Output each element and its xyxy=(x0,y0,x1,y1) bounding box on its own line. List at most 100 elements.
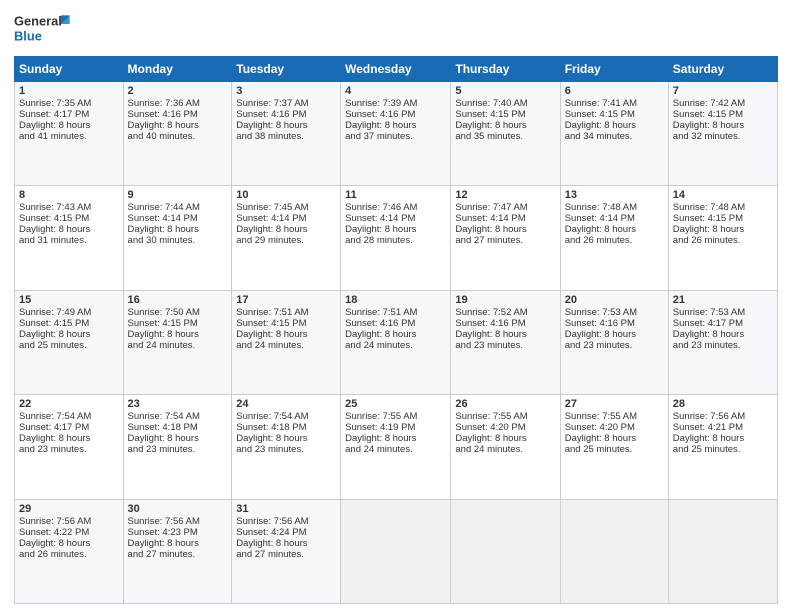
calendar-day-cell: 20Sunrise: 7:53 AMSunset: 4:16 PMDayligh… xyxy=(560,290,668,394)
day-info-line: Daylight: 8 hours xyxy=(19,433,119,444)
day-number: 21 xyxy=(673,294,773,306)
day-info-line: and 24 minutes. xyxy=(345,340,446,351)
day-number: 5 xyxy=(455,85,555,97)
day-info-line: Sunset: 4:24 PM xyxy=(236,527,336,538)
day-number: 28 xyxy=(673,398,773,410)
day-info-line: and 29 minutes. xyxy=(236,235,336,246)
day-info-line: Sunrise: 7:40 AM xyxy=(455,98,555,109)
day-info-line: Daylight: 8 hours xyxy=(673,433,773,444)
day-info-line: Daylight: 8 hours xyxy=(236,433,336,444)
day-number: 18 xyxy=(345,294,446,306)
weekday-header-cell: Thursday xyxy=(451,57,560,82)
calendar-day-cell: 23Sunrise: 7:54 AMSunset: 4:18 PMDayligh… xyxy=(123,395,232,499)
day-info-line: Sunset: 4:20 PM xyxy=(565,422,664,433)
day-info-line: Daylight: 8 hours xyxy=(345,224,446,235)
calendar-day-cell: 18Sunrise: 7:51 AMSunset: 4:16 PMDayligh… xyxy=(341,290,451,394)
day-info-line: Sunrise: 7:42 AM xyxy=(673,98,773,109)
day-info-line: and 24 minutes. xyxy=(128,340,228,351)
calendar-day-cell: 14Sunrise: 7:48 AMSunset: 4:15 PMDayligh… xyxy=(668,186,777,290)
day-info-line: Sunset: 4:15 PM xyxy=(673,213,773,224)
day-info-line: Sunrise: 7:56 AM xyxy=(128,516,228,527)
calendar-day-cell: 29Sunrise: 7:56 AMSunset: 4:22 PMDayligh… xyxy=(15,499,124,603)
calendar-day-cell: 2Sunrise: 7:36 AMSunset: 4:16 PMDaylight… xyxy=(123,82,232,186)
day-info-line: and 32 minutes. xyxy=(673,131,773,142)
day-info-line: and 23 minutes. xyxy=(565,340,664,351)
day-number: 8 xyxy=(19,189,119,201)
calendar-week-row: 22Sunrise: 7:54 AMSunset: 4:17 PMDayligh… xyxy=(15,395,778,499)
day-info-line: Sunset: 4:19 PM xyxy=(345,422,446,433)
day-info-line: Daylight: 8 hours xyxy=(19,329,119,340)
day-number: 23 xyxy=(128,398,228,410)
day-info-line: Daylight: 8 hours xyxy=(128,433,228,444)
calendar-day-cell: 31Sunrise: 7:56 AMSunset: 4:24 PMDayligh… xyxy=(232,499,341,603)
calendar-day-cell: 3Sunrise: 7:37 AMSunset: 4:16 PMDaylight… xyxy=(232,82,341,186)
day-number: 30 xyxy=(128,503,228,515)
day-number: 2 xyxy=(128,85,228,97)
weekday-header-cell: Monday xyxy=(123,57,232,82)
day-info-line: Sunset: 4:16 PM xyxy=(345,109,446,120)
calendar-day-cell: 17Sunrise: 7:51 AMSunset: 4:15 PMDayligh… xyxy=(232,290,341,394)
svg-text:Blue: Blue xyxy=(14,28,42,43)
calendar-page: General Blue SundayMondayTuesdayWednesda… xyxy=(0,0,792,612)
day-info-line: Sunset: 4:14 PM xyxy=(455,213,555,224)
calendar-day-cell: 6Sunrise: 7:41 AMSunset: 4:15 PMDaylight… xyxy=(560,82,668,186)
calendar-day-cell xyxy=(668,499,777,603)
day-info-line: Sunrise: 7:44 AM xyxy=(128,202,228,213)
day-info-line: Sunset: 4:14 PM xyxy=(345,213,446,224)
day-info-line: Sunrise: 7:48 AM xyxy=(673,202,773,213)
day-info-line: Sunrise: 7:46 AM xyxy=(345,202,446,213)
weekday-header-row: SundayMondayTuesdayWednesdayThursdayFrid… xyxy=(15,57,778,82)
weekday-header-cell: Saturday xyxy=(668,57,777,82)
calendar-day-cell: 13Sunrise: 7:48 AMSunset: 4:14 PMDayligh… xyxy=(560,186,668,290)
calendar-day-cell xyxy=(451,499,560,603)
calendar-day-cell: 12Sunrise: 7:47 AMSunset: 4:14 PMDayligh… xyxy=(451,186,560,290)
day-info-line: Sunset: 4:16 PM xyxy=(345,318,446,329)
day-info-line: and 31 minutes. xyxy=(19,235,119,246)
day-info-line: Daylight: 8 hours xyxy=(455,329,555,340)
day-info-line: Sunset: 4:22 PM xyxy=(19,527,119,538)
day-info-line: Sunrise: 7:54 AM xyxy=(128,411,228,422)
calendar-week-row: 15Sunrise: 7:49 AMSunset: 4:15 PMDayligh… xyxy=(15,290,778,394)
day-info-line: Daylight: 8 hours xyxy=(455,120,555,131)
day-info-line: Sunrise: 7:55 AM xyxy=(455,411,555,422)
day-info-line: and 24 minutes. xyxy=(455,444,555,455)
day-info-line: Daylight: 8 hours xyxy=(345,329,446,340)
day-info-line: Daylight: 8 hours xyxy=(128,538,228,549)
day-info-line: and 26 minutes. xyxy=(565,235,664,246)
calendar-body: 1Sunrise: 7:35 AMSunset: 4:17 PMDaylight… xyxy=(15,82,778,604)
day-info-line: Daylight: 8 hours xyxy=(565,433,664,444)
day-info-line: Sunset: 4:17 PM xyxy=(673,318,773,329)
day-info-line: and 23 minutes. xyxy=(455,340,555,351)
day-number: 11 xyxy=(345,189,446,201)
day-info-line: Sunrise: 7:55 AM xyxy=(565,411,664,422)
day-number: 20 xyxy=(565,294,664,306)
day-info-line: and 30 minutes. xyxy=(128,235,228,246)
day-info-line: Sunrise: 7:54 AM xyxy=(236,411,336,422)
day-info-line: and 25 minutes. xyxy=(673,444,773,455)
day-info-line: Sunrise: 7:53 AM xyxy=(565,307,664,318)
day-number: 27 xyxy=(565,398,664,410)
weekday-header-cell: Sunday xyxy=(15,57,124,82)
calendar-week-row: 1Sunrise: 7:35 AMSunset: 4:17 PMDaylight… xyxy=(15,82,778,186)
calendar-week-row: 29Sunrise: 7:56 AMSunset: 4:22 PMDayligh… xyxy=(15,499,778,603)
day-number: 14 xyxy=(673,189,773,201)
day-number: 1 xyxy=(19,85,119,97)
day-info-line: Sunset: 4:17 PM xyxy=(19,109,119,120)
day-number: 6 xyxy=(565,85,664,97)
calendar-day-cell: 7Sunrise: 7:42 AMSunset: 4:15 PMDaylight… xyxy=(668,82,777,186)
day-number: 15 xyxy=(19,294,119,306)
day-info-line: Sunrise: 7:36 AM xyxy=(128,98,228,109)
day-info-line: Sunrise: 7:47 AM xyxy=(455,202,555,213)
day-info-line: and 38 minutes. xyxy=(236,131,336,142)
weekday-header-cell: Wednesday xyxy=(341,57,451,82)
day-info-line: and 23 minutes. xyxy=(19,444,119,455)
day-number: 10 xyxy=(236,189,336,201)
calendar-day-cell: 24Sunrise: 7:54 AMSunset: 4:18 PMDayligh… xyxy=(232,395,341,499)
day-info-line: Sunrise: 7:56 AM xyxy=(673,411,773,422)
day-info-line: Daylight: 8 hours xyxy=(19,224,119,235)
weekday-header-cell: Friday xyxy=(560,57,668,82)
day-info-line: and 24 minutes. xyxy=(345,444,446,455)
day-number: 16 xyxy=(128,294,228,306)
day-number: 22 xyxy=(19,398,119,410)
day-info-line: and 35 minutes. xyxy=(455,131,555,142)
